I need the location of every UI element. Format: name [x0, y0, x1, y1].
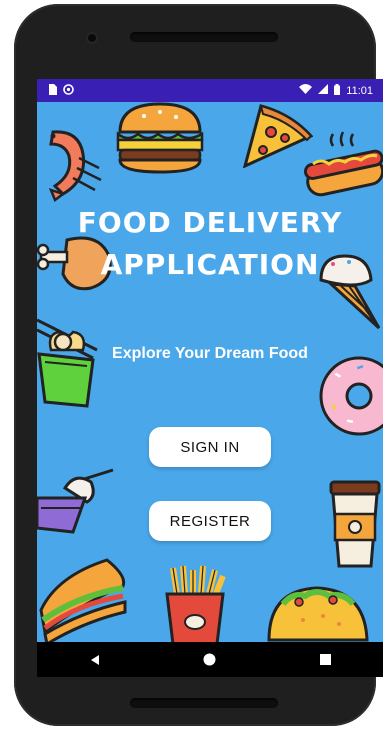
donut-icon — [319, 356, 383, 436]
navigation-bar — [37, 642, 383, 677]
coffee-cup-icon — [329, 480, 381, 568]
bottom-speaker — [130, 698, 278, 708]
app-title-line-2: APPLICATION — [100, 248, 320, 281]
burger-icon — [116, 102, 204, 174]
shrimp-icon — [48, 130, 102, 202]
sign-in-button[interactable]: SIGN IN — [149, 427, 271, 467]
hotdog-icon — [303, 131, 383, 197]
taco-icon — [267, 586, 369, 642]
phone-frame: 11:01 FOOD DELIVERY APPLICATION Explore … — [14, 4, 383, 726]
status-time: 11:01 — [346, 84, 373, 97]
app-title-line-1: FOOD DELIVERY — [77, 206, 343, 239]
signal-icon — [318, 84, 329, 97]
french-fries-icon — [165, 565, 226, 644]
back-icon[interactable] — [80, 645, 110, 675]
splash-content: FOOD DELIVERY APPLICATION Explore Your D… — [37, 102, 383, 644]
app-screen: 11:01 FOOD DELIVERY APPLICATION Explore … — [37, 79, 383, 677]
register-button[interactable]: REGISTER — [149, 501, 271, 541]
sandwich-icon — [39, 558, 127, 644]
front-camera — [88, 34, 96, 42]
recent-apps-icon[interactable] — [310, 645, 340, 675]
home-icon[interactable] — [195, 645, 225, 675]
tagline: Explore Your Dream Food — [112, 345, 308, 362]
status-bar: 11:01 — [37, 79, 383, 102]
wifi-icon — [299, 84, 313, 97]
sync-icon — [63, 83, 74, 98]
battery-icon — [334, 83, 341, 98]
milkshake-icon — [37, 468, 114, 534]
sim-card-icon — [47, 83, 57, 98]
earpiece-speaker — [130, 32, 278, 42]
